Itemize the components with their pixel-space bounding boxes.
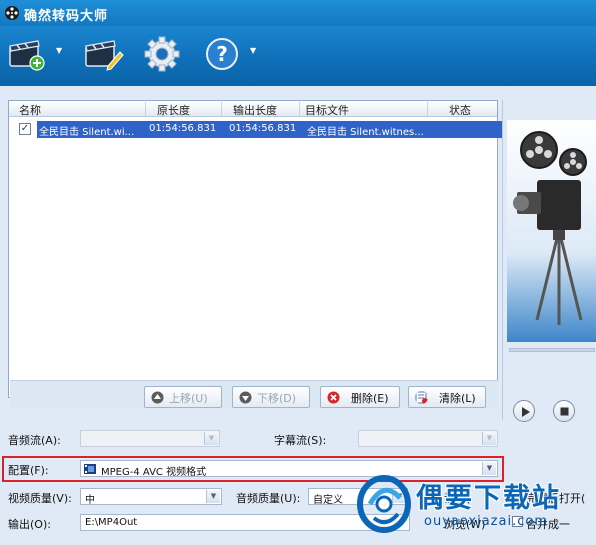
add-file-dropdown-icon[interactable]: ▼ (56, 46, 64, 55)
config-label: 配置(F): (8, 464, 49, 477)
column-header-output-length[interactable]: 输出长度 (233, 102, 277, 118)
watermark-url: ouyaoxiazai.com (424, 514, 548, 529)
arrow-down-icon (239, 391, 252, 404)
watermark: 偶要下载站 ouyaoxiazai.com (352, 470, 596, 545)
column-header-target[interactable]: 目标文件 (305, 102, 349, 118)
play-icon (522, 407, 530, 417)
cell-name: 全民目击 Silent.wi... (39, 127, 135, 138)
audio-quality-label: 音频质量(U): (236, 492, 301, 505)
column-header-name[interactable]: 名称 (19, 102, 41, 118)
clapperboard-add-icon (9, 40, 45, 71)
main-panel: 名称 原长度 输出长度 目标文件 状态 ✓ 全民目击 Silent.wi... … (0, 86, 596, 545)
subtitle-stream-label: 字幕流(S): (274, 434, 327, 447)
chevron-down-icon: ▼ (204, 432, 218, 445)
preview-image (507, 120, 596, 342)
file-list[interactable]: 名称 原长度 输出长度 目标文件 状态 ✓ 全民目击 Silent.wi... … (8, 100, 505, 398)
help-glyph: ? (216, 42, 228, 66)
film-icon (84, 464, 96, 474)
watermark-title: 偶要下载站 (416, 483, 561, 514)
arrow-up-icon (151, 391, 164, 404)
subtitle-stream-select[interactable]: ▼ (358, 430, 498, 447)
preview-panel (502, 100, 596, 422)
move-up-label: 上移(U) (169, 392, 208, 405)
settings-button[interactable] (140, 34, 184, 74)
clear-list-icon (415, 391, 428, 404)
cell-source-length: 01:54:56.831 (149, 123, 217, 134)
help-dropdown-icon[interactable]: ▼ (250, 46, 258, 55)
delete-button[interactable]: 删除(E) (320, 386, 400, 408)
move-up-button[interactable]: 上移(U) (144, 386, 222, 408)
action-bar: 上移(U) 下移(D) 删除(E) 清除(L) (10, 380, 498, 408)
stop-button[interactable] (553, 400, 575, 422)
window-title: 确然转码大师 (24, 9, 109, 24)
app-window: 确然转码大师 ▼ ? ▼ 名称 原长度 输出长度 目标文件 状态 ✓ 全民目击 … (0, 0, 596, 545)
edit-button[interactable] (82, 34, 126, 74)
film-reel-icon (5, 6, 19, 20)
output-path-value: E:\MP4Out (85, 517, 138, 528)
list-header: 名称 原长度 输出长度 目标文件 状态 (9, 101, 497, 117)
title-bar: 确然转码大师 (0, 0, 596, 26)
cell-target: 全民目击 Silent.witnes... (307, 127, 424, 138)
stop-icon (560, 407, 569, 416)
add-file-button[interactable] (6, 34, 50, 74)
row-checkbox[interactable]: ✓ (19, 123, 31, 135)
delete-label: 删除(E) (351, 392, 389, 405)
cell-output-length: 01:54:56.831 (229, 123, 297, 134)
audio-stream-select[interactable]: ▼ (80, 430, 220, 447)
watermark-logo-icon (357, 475, 411, 533)
help-button[interactable]: ? (200, 34, 244, 74)
clear-label: 清除(L) (439, 392, 476, 405)
table-row[interactable]: 全民目击 Silent.wi... 01:54:56.831 01:54:56.… (37, 121, 505, 138)
output-label: 输出(O): (8, 518, 51, 531)
preview-seek-bar[interactable] (509, 348, 595, 352)
column-header-status[interactable]: 状态 (449, 102, 471, 118)
delete-icon (327, 391, 340, 404)
help-icon: ? (206, 38, 238, 70)
config-value: MPEG-4 AVC 视频格式 (101, 467, 207, 478)
gear-icon (144, 36, 180, 72)
column-separator[interactable] (427, 102, 428, 116)
play-button[interactable] (513, 400, 535, 422)
column-separator[interactable] (221, 102, 222, 116)
toolbar: ▼ ? ▼ (0, 26, 596, 86)
move-down-label: 下移(D) (257, 392, 297, 405)
column-header-source-length[interactable]: 原长度 (157, 102, 190, 118)
chevron-down-icon: ▼ (206, 490, 220, 503)
clapperboard-edit-icon (85, 40, 124, 71)
film-projector-icon (507, 120, 596, 342)
video-quality-label: 视频质量(V): (8, 492, 72, 505)
video-quality-value: 中 (85, 495, 95, 506)
move-down-button[interactable]: 下移(D) (232, 386, 310, 408)
column-separator[interactable] (145, 102, 146, 116)
audio-quality-value: 自定义 (313, 495, 343, 506)
audio-stream-label: 音频流(A): (8, 434, 61, 447)
clear-button[interactable]: 清除(L) (408, 386, 486, 408)
column-separator[interactable] (299, 102, 300, 116)
chevron-down-icon: ▼ (482, 432, 496, 445)
video-quality-select[interactable]: 中 ▼ (80, 488, 222, 506)
